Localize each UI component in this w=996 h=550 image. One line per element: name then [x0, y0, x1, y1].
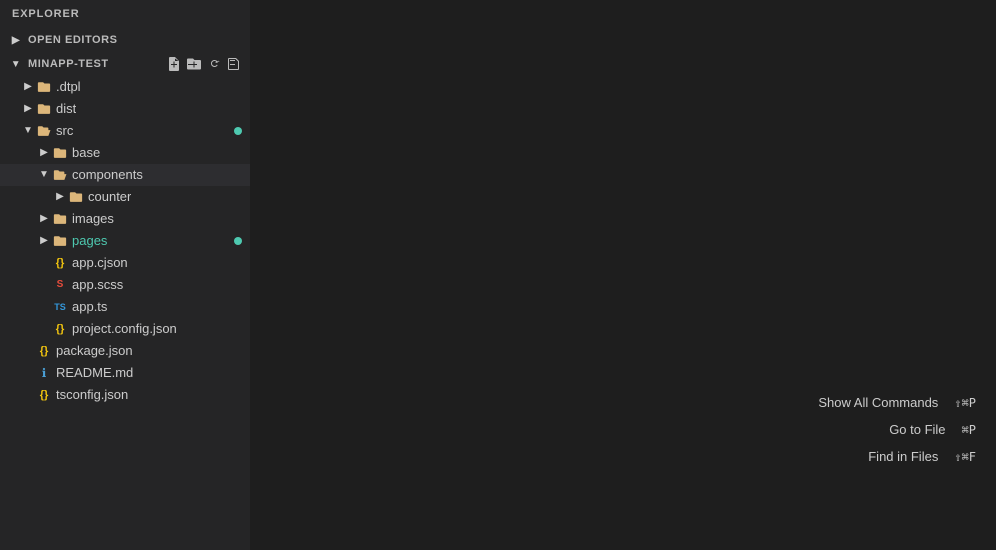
label-base: base — [72, 142, 100, 164]
new-folder-icon[interactable] — [186, 56, 202, 72]
folder-icon-base — [52, 145, 68, 161]
label-src: src — [56, 120, 73, 142]
md-icon-readme: ℹ — [36, 365, 52, 381]
project-actions — [166, 56, 242, 72]
tree-item-counter[interactable]: ▶ counter — [0, 186, 250, 208]
label-images: images — [72, 208, 114, 230]
tree-item-pages[interactable]: ▶ pages — [0, 230, 250, 252]
new-file-icon[interactable] — [166, 56, 182, 72]
tree-item-base[interactable]: ▶ base — [0, 142, 250, 164]
show-all-commands-kbd: ⇧⌘P — [954, 396, 976, 410]
file-tree: ▶ .dtpl ▶ dist ▼ src ▶ — [0, 76, 250, 550]
folder-icon-dist — [36, 101, 52, 117]
label-counter: counter — [88, 186, 131, 208]
chevron-components: ▼ — [36, 167, 52, 183]
goto-file-label: Go to File — [889, 422, 945, 437]
goto-file-shortcut: ⌘P — [962, 423, 976, 437]
label-app-cjson: app.cjson — [72, 252, 128, 274]
label-package-json: package.json — [56, 340, 133, 362]
chevron-base: ▶ — [36, 145, 52, 161]
tree-item-app-cjson[interactable]: {} app.cjson — [0, 252, 250, 274]
label-dtpl: .dtpl — [56, 76, 81, 98]
sidebar-title: EXPLORER — [0, 0, 250, 28]
chevron-pages: ▶ — [36, 233, 52, 249]
folder-icon-images — [52, 211, 68, 227]
chevron-dist: ▶ — [20, 101, 36, 117]
sidebar: EXPLORER ▶ OPEN EDITORS ▼ MINAPP-TEST — [0, 0, 250, 550]
open-editors-section[interactable]: ▶ OPEN EDITORS — [0, 28, 250, 52]
chevron-images: ▶ — [36, 211, 52, 227]
tree-item-dist[interactable]: ▶ dist — [0, 98, 250, 120]
goto-file-kbd: ⌘P — [962, 423, 976, 437]
label-app-ts: app.ts — [72, 296, 107, 318]
chevron-dtpl: ▶ — [20, 79, 36, 95]
command-row-show-all[interactable]: Show All Commands ⇧⌘P — [818, 389, 976, 416]
find-files-label: Find in Files — [868, 449, 938, 464]
scss-icon-app-scss: S — [52, 277, 68, 293]
command-row-find-files[interactable]: Find in Files ⇧⌘F — [818, 443, 976, 470]
command-overlay: Show All Commands ⇧⌘P Go to File ⌘P Find… — [818, 389, 976, 470]
label-pages: pages — [72, 230, 107, 252]
project-header-left[interactable]: ▼ MINAPP-TEST — [8, 56, 109, 72]
open-editors-label: OPEN EDITORS — [28, 34, 118, 46]
json-icon-tsconfig: {} — [36, 387, 52, 403]
tree-item-app-ts[interactable]: TS app.ts — [0, 296, 250, 318]
label-components: components — [72, 164, 143, 186]
folder-icon-components — [52, 167, 68, 183]
find-files-kbd: ⇧⌘F — [954, 450, 976, 464]
chevron-counter: ▶ — [52, 189, 68, 205]
pages-badge — [234, 237, 242, 245]
main-area: Show All Commands ⇧⌘P Go to File ⌘P Find… — [250, 0, 996, 550]
chevron-src: ▼ — [20, 123, 36, 139]
label-tsconfig: tsconfig.json — [56, 384, 128, 406]
folder-icon-pages — [52, 233, 68, 249]
json-icon-package-json: {} — [36, 343, 52, 359]
json-icon-app-cjson: {} — [52, 255, 68, 271]
show-all-commands-label: Show All Commands — [818, 395, 938, 410]
project-chevron: ▼ — [8, 56, 24, 72]
open-editors-header-left: ▶ OPEN EDITORS — [8, 32, 118, 48]
label-dist: dist — [56, 98, 76, 120]
refresh-icon[interactable] — [206, 56, 222, 72]
tree-item-tsconfig[interactable]: {} tsconfig.json — [0, 384, 250, 406]
tree-item-app-scss[interactable]: S app.scss — [0, 274, 250, 296]
tree-item-project-config[interactable]: {} project.config.json — [0, 318, 250, 340]
tree-item-readme[interactable]: ℹ README.md — [0, 362, 250, 384]
tree-item-package-json[interactable]: {} package.json — [0, 340, 250, 362]
collapse-all-icon[interactable] — [226, 56, 242, 72]
tree-item-components[interactable]: ▼ components — [0, 164, 250, 186]
project-header: ▼ MINAPP-TEST — [0, 52, 250, 76]
json-icon-project-config: {} — [52, 321, 68, 337]
label-project-config: project.config.json — [72, 318, 177, 340]
label-readme: README.md — [56, 362, 133, 384]
folder-icon-src — [36, 123, 52, 139]
ts-icon-app-ts: TS — [52, 299, 68, 315]
label-app-scss: app.scss — [72, 274, 123, 296]
tree-item-src[interactable]: ▼ src — [0, 120, 250, 142]
open-editors-chevron: ▶ — [8, 32, 24, 48]
find-files-shortcut: ⇧⌘F — [954, 450, 976, 464]
show-all-commands-shortcut: ⇧⌘P — [954, 396, 976, 410]
project-label: MINAPP-TEST — [28, 58, 109, 70]
command-row-goto-file[interactable]: Go to File ⌘P — [818, 416, 976, 443]
tree-item-images[interactable]: ▶ images — [0, 208, 250, 230]
tree-item-dtpl[interactable]: ▶ .dtpl — [0, 76, 250, 98]
folder-icon-dtpl — [36, 79, 52, 95]
folder-icon-counter — [68, 189, 84, 205]
src-badge — [234, 127, 242, 135]
